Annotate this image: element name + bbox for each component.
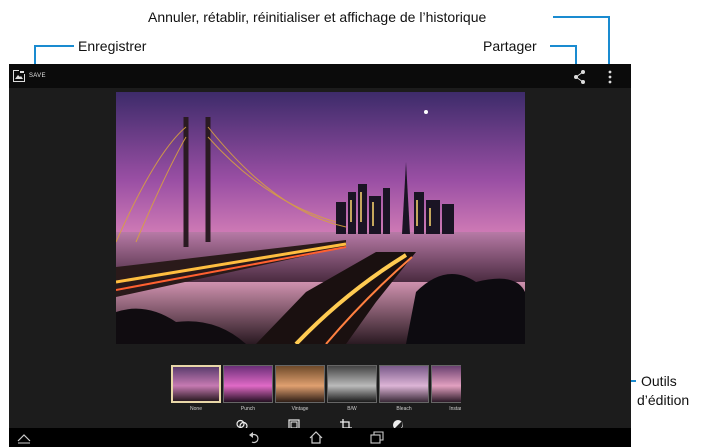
share-icon[interactable] bbox=[572, 69, 588, 85]
save-callout: Enregistrer bbox=[78, 38, 147, 54]
filter-thumbnail bbox=[171, 365, 221, 403]
overflow-menu-icon[interactable] bbox=[605, 69, 615, 85]
tablet-screen: SAVE None Punch Vintage B/W Bleach Insta bbox=[9, 64, 631, 447]
filter-item[interactable]: Bleach bbox=[379, 364, 429, 414]
filter-item[interactable]: Instan bbox=[431, 364, 461, 414]
history-leader-h bbox=[553, 16, 610, 18]
filter-item[interactable]: None bbox=[171, 364, 221, 414]
filter-label: B/W bbox=[347, 406, 357, 412]
filter-thumbnail bbox=[275, 365, 325, 403]
filter-strip: None Punch Vintage B/W Bleach Instan bbox=[171, 364, 461, 414]
history-leader-v bbox=[608, 16, 610, 68]
tools-callout-line2: d’édition bbox=[637, 392, 690, 408]
back-icon[interactable] bbox=[248, 431, 262, 444]
save-button[interactable]: SAVE bbox=[13, 68, 46, 84]
history-callout: Annuler, rétablir, réinitialiser et affi… bbox=[148, 9, 487, 25]
save-label: SAVE bbox=[29, 73, 46, 79]
filter-thumbnail bbox=[223, 365, 273, 403]
filter-label: Vintage bbox=[291, 406, 309, 412]
recent-apps-icon[interactable] bbox=[370, 431, 384, 444]
home-icon[interactable] bbox=[309, 431, 323, 444]
action-bar: SAVE bbox=[9, 64, 631, 88]
filter-label: Instan bbox=[449, 406, 461, 412]
save-icon bbox=[13, 70, 25, 82]
filter-label: None bbox=[190, 406, 202, 412]
filter-item[interactable]: Vintage bbox=[275, 364, 325, 414]
filter-thumbnail bbox=[431, 365, 461, 403]
share-leader-h bbox=[550, 45, 577, 47]
editing-tools-panel: None Punch Vintage B/W Bleach Instan bbox=[167, 364, 465, 433]
save-leader-h bbox=[34, 45, 74, 47]
share-callout: Partager bbox=[483, 38, 537, 54]
filter-label: Bleach bbox=[396, 406, 412, 412]
filter-item[interactable]: B/W bbox=[327, 364, 377, 414]
filter-thumbnail bbox=[327, 365, 377, 403]
filter-thumbnail bbox=[379, 365, 429, 403]
filter-label: Punch bbox=[240, 406, 256, 412]
filter-item[interactable]: Punch bbox=[223, 364, 273, 414]
editor-area: None Punch Vintage B/W Bleach Instan bbox=[9, 88, 631, 433]
collapse-icon[interactable] bbox=[17, 431, 31, 444]
system-nav-bar bbox=[9, 428, 631, 447]
photo-preview[interactable] bbox=[116, 92, 525, 344]
tools-callout-line1: Outils bbox=[641, 373, 677, 389]
